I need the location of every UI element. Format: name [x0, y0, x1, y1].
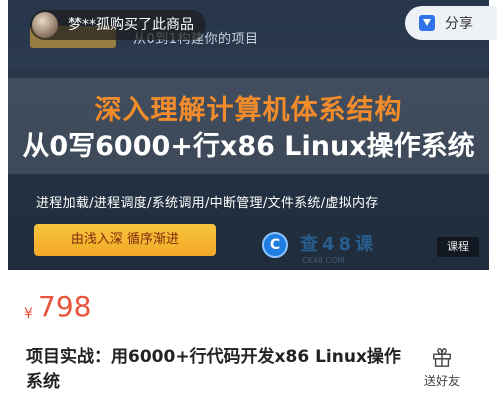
gift-icon: [433, 348, 451, 367]
watermark-logo: C 查48课 CK48.COM: [262, 230, 402, 270]
course-banner: 从0到1构建你的项目 深入理解计算机体系结构 从0写6000+行x86 Linu…: [8, 0, 489, 270]
banner-title-line2: 从0写6000+行x86 Linux操作系统: [22, 131, 475, 162]
price-value: 798: [38, 290, 92, 323]
share-label: 分享: [445, 16, 473, 32]
brand-url: CK48.COM: [302, 256, 345, 265]
brand-name: 查48课: [300, 234, 378, 255]
brand-circle-icon: C: [262, 232, 288, 258]
avatar: [32, 12, 58, 38]
gift-label: 送好友: [423, 374, 460, 388]
notification-text: 梦**孤购买了此商品: [68, 17, 194, 33]
banner-cta-badge: 由浅入深 循序渐进: [34, 224, 216, 256]
banner-title-line1: 深入理解计算机体系结构: [94, 95, 403, 126]
share-icon: [419, 15, 435, 31]
share-button[interactable]: 分享: [405, 6, 497, 40]
gift-friend-button[interactable]: 送好友: [418, 346, 466, 389]
currency-symbol: ¥: [24, 306, 33, 322]
course-tag: 课程: [437, 237, 479, 257]
purchase-notification: 梦**孤购买了此商品: [30, 10, 206, 40]
banner-topics: 进程加载/进程调度/系统调用/中断管理/文件系统/虚拟内存: [36, 196, 379, 211]
product-title: 项目实战：用6000+行代码开发x86 Linux操作系统: [26, 347, 401, 392]
